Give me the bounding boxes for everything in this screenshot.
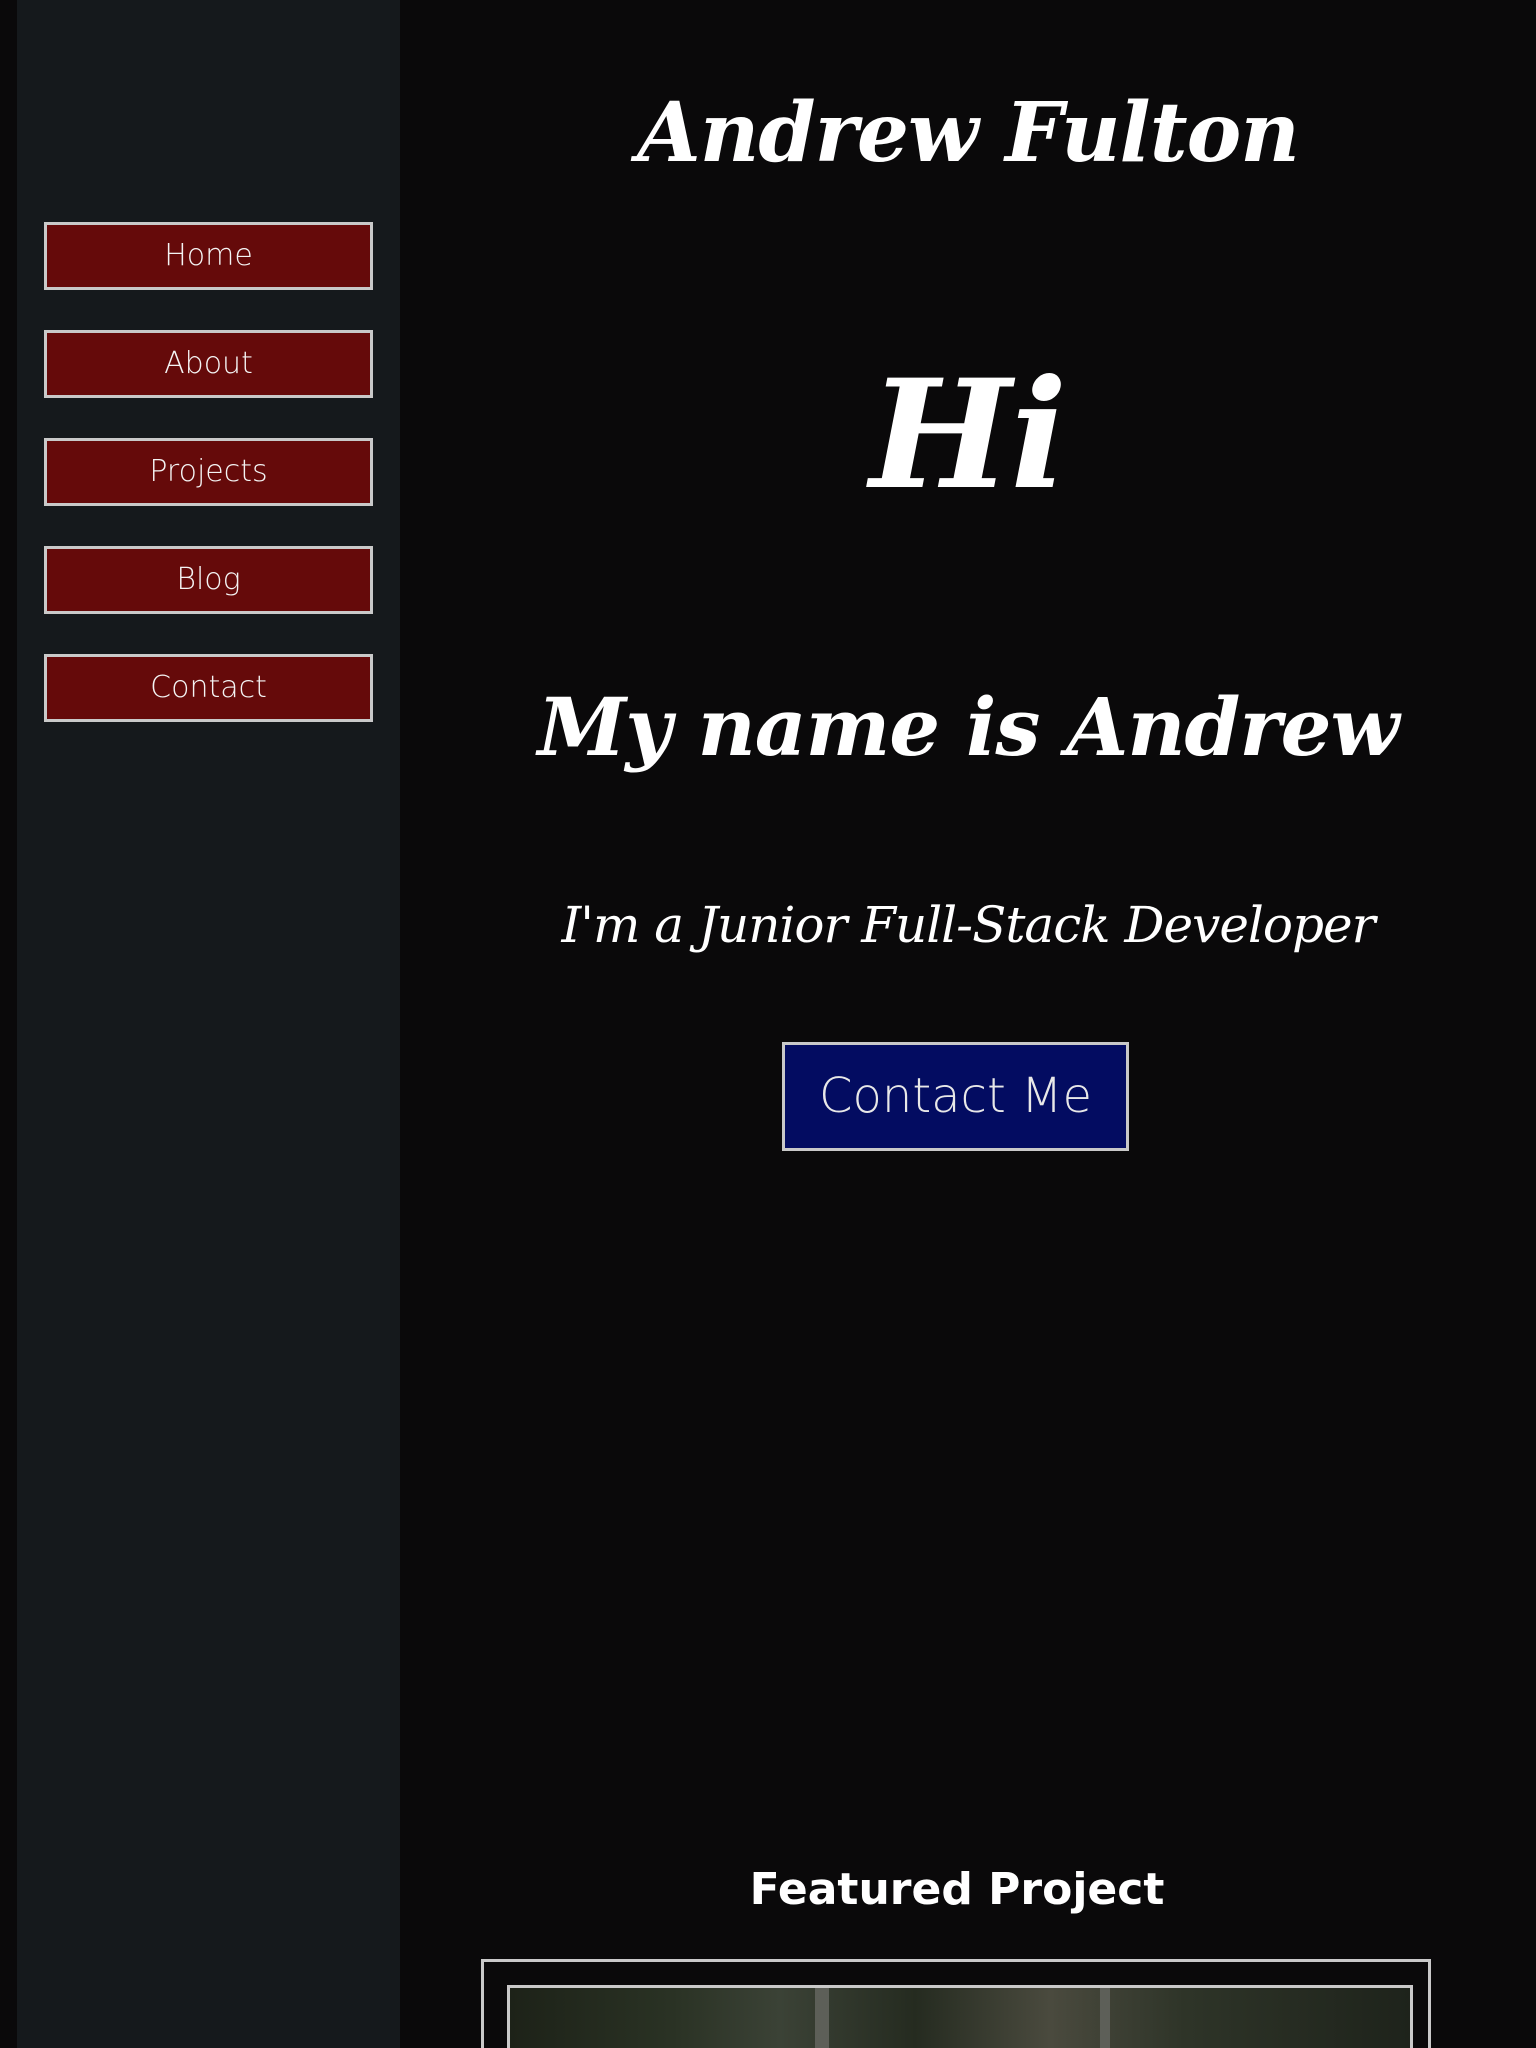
site-title: Andrew Fulton: [637, 85, 1300, 181]
tree-trunk: [1100, 1988, 1110, 2048]
contact-me-button[interactable]: Contact Me: [782, 1042, 1129, 1151]
sidebar: Home About Projects Blog Contact: [17, 0, 400, 2048]
featured-project-heading: Featured Project: [749, 1864, 1165, 1915]
nav-about-button[interactable]: About: [44, 330, 373, 398]
hero-intro: My name is Andrew: [537, 680, 1400, 774]
nav-contact-button[interactable]: Contact: [44, 654, 373, 722]
page: Home About Projects Blog Contact Andrew …: [0, 0, 1536, 2048]
hero-tagline: I'm a Junior Full-Stack Developer: [561, 896, 1375, 954]
main-content: Andrew Fulton Hi My name is Andrew I'm a…: [400, 0, 1536, 2048]
nav-projects-button[interactable]: Projects: [44, 438, 373, 506]
featured-project-image[interactable]: [507, 1985, 1413, 2048]
featured-project-card[interactable]: [481, 1959, 1431, 2048]
tree-trunk: [815, 1988, 829, 2048]
nav-home-button[interactable]: Home: [44, 222, 373, 290]
hero-greeting: Hi: [869, 347, 1068, 523]
nav-blog-button[interactable]: Blog: [44, 546, 373, 614]
